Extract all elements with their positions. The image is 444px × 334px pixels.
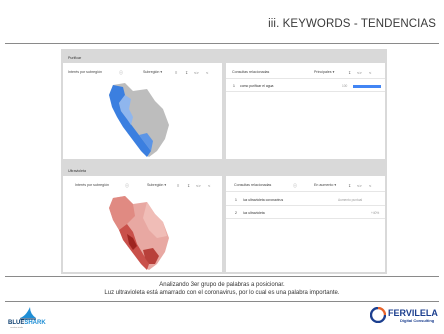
logo-part-shark: SHARK: [24, 320, 46, 326]
shark-fin-icon: [20, 307, 36, 320]
query-rank: 1: [233, 84, 235, 88]
query-value: 100: [342, 84, 348, 88]
query-value: +40%: [371, 211, 380, 215]
header-divider: [5, 43, 439, 44]
logo-part-blue: BLUE: [8, 320, 25, 326]
query-text[interactable]: luz ultravioleta: [243, 211, 265, 215]
query-value: Aumento puntual: [338, 198, 363, 202]
query-rank: 2: [235, 211, 237, 215]
footer-line-1: Analizando 3er grupo de palabras a posic…: [159, 282, 285, 288]
help-icon[interactable]: ⓘ: [125, 183, 129, 189]
card-divider: [226, 191, 385, 192]
peru-map-blue: [109, 83, 169, 157]
logo-subtext: Digital Consulting: [400, 318, 435, 323]
card-title: Interés por subregión: [68, 70, 102, 74]
section-purificar: Purificar Interés por subregión ⓘ Subreg…: [61, 49, 387, 164]
logo-text: BLUESHARK: [8, 320, 46, 326]
dropdown-label: En aumento: [314, 183, 334, 187]
embed-icon[interactable]: <>: [194, 70, 199, 75]
card-title: Interés por subregión: [75, 183, 109, 187]
dropdown-label: Subregión: [147, 183, 164, 187]
help-icon[interactable]: ⓘ: [293, 183, 297, 189]
embed-icon[interactable]: <>: [196, 183, 201, 188]
related-queries-card: Consultas relacionadas ⓘ En aumento ▾ ↧ …: [226, 176, 385, 272]
dropdown-label: Principales: [314, 70, 332, 74]
footer-line-2: Luz ultravioleta está amarrado con el co…: [104, 289, 340, 296]
interest-by-subregion-card: Interés por subregión ⓘ Subregión ▾ ≡ ↧ …: [63, 63, 222, 159]
download-icon[interactable]: ↧: [348, 183, 351, 188]
embed-icon[interactable]: <>: [357, 70, 362, 75]
help-icon[interactable]: ⓘ: [119, 70, 123, 76]
queries-filter-dropdown[interactable]: Principales ▾: [314, 70, 334, 74]
embed-icon[interactable]: <>: [357, 183, 362, 188]
footer-divider: [5, 276, 439, 277]
fervilela-logo: FERVILELA Digital Consulting: [370, 305, 442, 332]
list-view-icon[interactable]: ≡: [175, 70, 177, 75]
share-icon[interactable]: <: [206, 70, 208, 75]
subregion-dropdown[interactable]: Subregión ▾: [147, 183, 166, 187]
queries-filter-dropdown[interactable]: En aumento ▾: [314, 183, 336, 187]
related-queries-card: Consultas relacionadas Principales ▾ ↧ <…: [226, 63, 385, 159]
row-divider: [226, 218, 385, 219]
section-label: Ultravioleta: [68, 169, 86, 173]
footer-note: Analizando 3er grupo de palabras a posic…: [0, 282, 444, 297]
logo-subtext: creative studio: [10, 327, 23, 329]
peru-map-red: [109, 196, 169, 270]
fervilela-mark-icon: [370, 307, 386, 323]
row-divider: [226, 205, 385, 206]
logo-name: FERVILELA: [388, 308, 438, 318]
subregion-dropdown[interactable]: Subregión ▾: [143, 70, 162, 74]
section-ultravioleta: Ultravioleta Interés por subregión ⓘ Sub…: [61, 164, 387, 274]
footer-divider-bottom: [5, 301, 439, 302]
download-icon[interactable]: ↧: [185, 70, 188, 75]
download-icon[interactable]: ↧: [187, 183, 190, 188]
card-divider: [226, 78, 385, 79]
card-title: Consultas relacionadas: [232, 70, 270, 74]
row-divider: [226, 91, 385, 92]
share-icon[interactable]: <: [369, 183, 371, 188]
card-title: Consultas relacionadas: [234, 183, 272, 187]
slide-title: iii. KEYWORDS - TENDENCIAS: [268, 18, 436, 30]
interest-by-subregion-card: Interés por subregión ⓘ Subregión ▾ ≡ ↧ …: [63, 176, 222, 272]
query-rank: 1: [235, 198, 237, 202]
query-text[interactable]: luz ultravioleta coronavirus: [243, 198, 283, 202]
share-icon[interactable]: <: [208, 183, 210, 188]
query-value-bar: [353, 85, 381, 88]
download-icon[interactable]: ↧: [348, 70, 351, 75]
dropdown-label: Subregión: [143, 70, 160, 74]
section-label: Purificar: [68, 56, 82, 60]
share-icon[interactable]: <: [369, 70, 371, 75]
blueshark-logo: BLUESHARK creative studio: [8, 306, 52, 332]
query-text[interactable]: como purificar el agua: [240, 84, 273, 88]
list-view-icon[interactable]: ≡: [177, 183, 179, 188]
